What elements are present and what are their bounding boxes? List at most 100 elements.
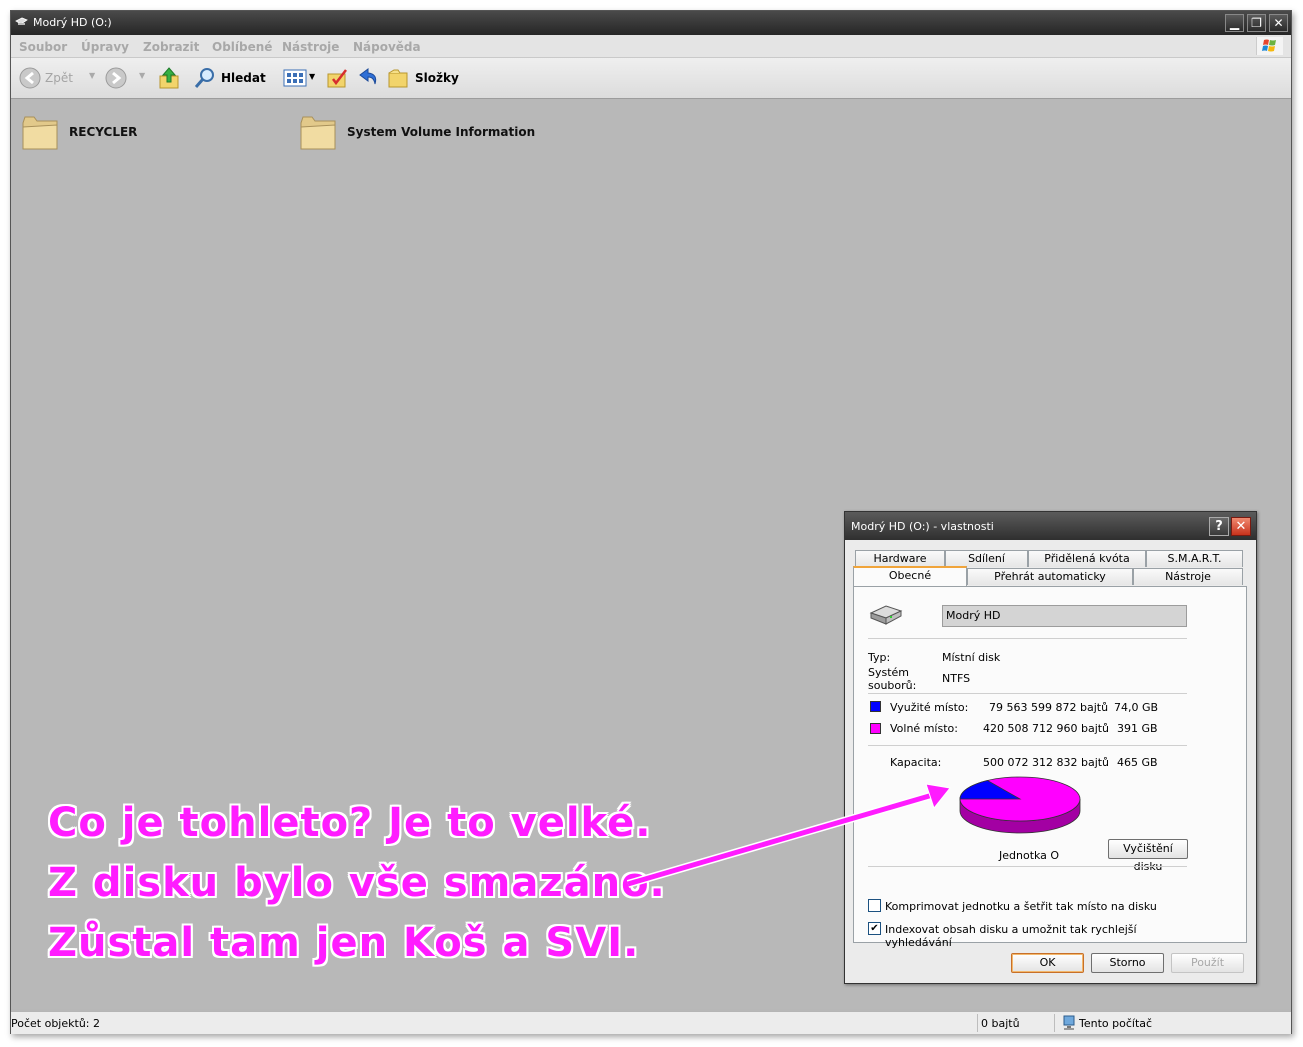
menu-zobrazit[interactable]: Zobrazit bbox=[143, 40, 199, 54]
undo-icon[interactable] bbox=[357, 66, 381, 90]
free-bytes: 420 508 712 960 bajtů bbox=[983, 722, 1110, 735]
capacity-bytes: 500 072 312 832 bajtů bbox=[983, 756, 1110, 769]
apply-button[interactable]: Použít bbox=[1171, 953, 1244, 973]
tab-nastroje[interactable]: Nástroje bbox=[1133, 568, 1243, 585]
folders-icon bbox=[388, 69, 408, 88]
status-size: 0 bajtů bbox=[981, 1017, 1020, 1030]
windows-logo-icon bbox=[1256, 37, 1283, 55]
minimize-icon: ▁ bbox=[1229, 16, 1240, 30]
index-checkbox-row[interactable]: ✔ Indexovat obsah disku a umožnit tak ry… bbox=[868, 922, 1188, 949]
tab-hardware[interactable]: Hardware bbox=[855, 550, 945, 567]
back-label: Zpět bbox=[45, 71, 73, 85]
tab-label: Hardware bbox=[873, 552, 927, 565]
drive-icon bbox=[15, 17, 28, 25]
drive-name-value: Modrý HD bbox=[946, 609, 1001, 622]
title-bar[interactable]: Modrý HD (O:) ▁ ❐ ✕ bbox=[11, 11, 1291, 35]
menu-upravy[interactable]: Úpravy bbox=[81, 40, 129, 54]
disk-usage-pie bbox=[959, 776, 1081, 834]
views-dropdown-icon: ▼ bbox=[309, 72, 316, 81]
dialog-close-button[interactable]: ✕ bbox=[1231, 517, 1251, 536]
status-object-count: Počet objektů: 2 bbox=[11, 1017, 100, 1030]
computer-icon bbox=[1063, 1015, 1075, 1030]
maximize-button[interactable]: ❐ bbox=[1247, 14, 1266, 32]
folder-icon bbox=[300, 116, 336, 150]
tab-label: S.M.A.R.T. bbox=[1167, 552, 1222, 565]
tab-smart[interactable]: S.M.A.R.T. bbox=[1146, 550, 1243, 567]
compress-label: Komprimovat jednotku a šetřit tak místo … bbox=[885, 900, 1157, 913]
capacity-gb: 465 GB bbox=[1117, 756, 1158, 769]
tab-kvota[interactable]: Přidělená kvóta bbox=[1028, 550, 1146, 567]
tab-label: Přehrát automaticky bbox=[994, 570, 1106, 583]
tab-prehrat[interactable]: Přehrát automaticky bbox=[967, 568, 1133, 585]
used-color-swatch bbox=[870, 701, 881, 712]
back-arrow-icon bbox=[19, 67, 41, 89]
window-title: Modrý HD (O:) bbox=[33, 16, 112, 29]
disk-cleanup-label: Vyčištění disku bbox=[1123, 842, 1173, 873]
annotation-line-2: Z disku bylo vše smazáno. bbox=[48, 860, 666, 906]
forward-dropdown-icon: ▼ bbox=[139, 71, 146, 80]
toolbar: Zpět ▼ ▼ Hledat ▼ Složky bbox=[11, 58, 1291, 99]
up-folder-icon[interactable] bbox=[157, 66, 181, 90]
cancel-label: Storno bbox=[1109, 956, 1146, 969]
fs-label: Systém souborů: bbox=[868, 666, 917, 692]
status-separator bbox=[977, 1014, 978, 1032]
compress-checkbox-row[interactable]: Komprimovat jednotku a šetřit tak místo … bbox=[868, 899, 1168, 914]
annotation-line-1: Co je tohleto? Je to velké. bbox=[48, 800, 652, 846]
tab-label: Nástroje bbox=[1165, 570, 1211, 583]
help-icon: ? bbox=[1215, 519, 1223, 534]
forward-button[interactable]: ▼ bbox=[105, 67, 149, 89]
folder-name: RECYCLER bbox=[69, 125, 138, 139]
close-icon: ✕ bbox=[1273, 16, 1284, 30]
divider bbox=[868, 693, 1187, 694]
tab-sdileni[interactable]: Sdílení bbox=[945, 550, 1028, 567]
folder-icon bbox=[22, 116, 58, 150]
tab-obecne[interactable]: Obecné bbox=[853, 566, 967, 586]
restore-icon: ❐ bbox=[1251, 16, 1262, 30]
menu-nastroje[interactable]: Nástroje bbox=[282, 40, 339, 54]
status-bar: Počet objektů: 2 0 bajtů Tento počítač bbox=[11, 1011, 1291, 1034]
type-value: Místní disk bbox=[942, 651, 1001, 664]
ok-label: OK bbox=[1039, 956, 1056, 969]
index-checkbox[interactable]: ✔ bbox=[868, 922, 881, 935]
folder-item[interactable]: System Volume Information bbox=[299, 113, 599, 157]
cancel-button[interactable]: Storno bbox=[1091, 953, 1164, 973]
hard-drive-icon bbox=[869, 605, 903, 625]
views-button[interactable]: ▼ bbox=[283, 68, 319, 88]
folders-button[interactable]: Složky bbox=[387, 66, 467, 90]
menu-soubor[interactable]: Soubor bbox=[19, 40, 67, 54]
back-button[interactable]: Zpět ▼ bbox=[17, 67, 95, 89]
menu-napoveda[interactable]: Nápověda bbox=[353, 40, 421, 54]
folder-item[interactable]: RECYCLER bbox=[21, 113, 291, 157]
divider bbox=[868, 745, 1187, 746]
close-icon: ✕ bbox=[1235, 519, 1247, 534]
status-separator bbox=[1054, 1014, 1055, 1032]
drive-caption: Jednotka O bbox=[999, 849, 1060, 862]
annotation-line-3: Zůstal tam jen Koš a SVI. bbox=[48, 920, 640, 966]
minimize-button[interactable]: ▁ bbox=[1225, 14, 1244, 32]
properties-dialog: Modrý HD (O:) - vlastnosti ? ✕ Hardware … bbox=[844, 511, 1257, 984]
help-button[interactable]: ? bbox=[1209, 517, 1229, 536]
views-icon bbox=[283, 69, 307, 87]
free-color-swatch bbox=[870, 723, 881, 734]
forward-arrow-icon bbox=[105, 67, 127, 89]
disk-cleanup-button[interactable]: Vyčištění disku bbox=[1108, 839, 1188, 873]
apply-label: Použít bbox=[1190, 956, 1225, 969]
tab-label: Sdílení bbox=[968, 552, 1005, 565]
search-button[interactable]: Hledat bbox=[193, 66, 273, 90]
used-gb: 74,0 GB bbox=[1114, 701, 1159, 714]
search-icon bbox=[194, 68, 214, 88]
menu-bar: Soubor Úpravy Zobrazit Oblíbené Nástroje… bbox=[11, 35, 1291, 58]
type-label: Typ: bbox=[868, 651, 891, 664]
tab-label: Obecné bbox=[888, 569, 932, 582]
dialog-title-bar[interactable]: Modrý HD (O:) - vlastnosti ? ✕ bbox=[845, 512, 1256, 540]
folder-options-icon[interactable] bbox=[325, 66, 349, 90]
folder-name: System Volume Information bbox=[347, 125, 536, 139]
tab-label: Přidělená kvóta bbox=[1044, 552, 1130, 565]
ok-button[interactable]: OK bbox=[1011, 953, 1084, 973]
used-label: Využité místo: bbox=[890, 701, 969, 714]
compress-checkbox[interactable] bbox=[868, 899, 881, 912]
divider bbox=[868, 638, 1187, 639]
menu-oblibene[interactable]: Oblíbené bbox=[212, 40, 272, 54]
drive-name-field[interactable]: Modrý HD bbox=[942, 605, 1187, 627]
close-button[interactable]: ✕ bbox=[1269, 14, 1288, 32]
